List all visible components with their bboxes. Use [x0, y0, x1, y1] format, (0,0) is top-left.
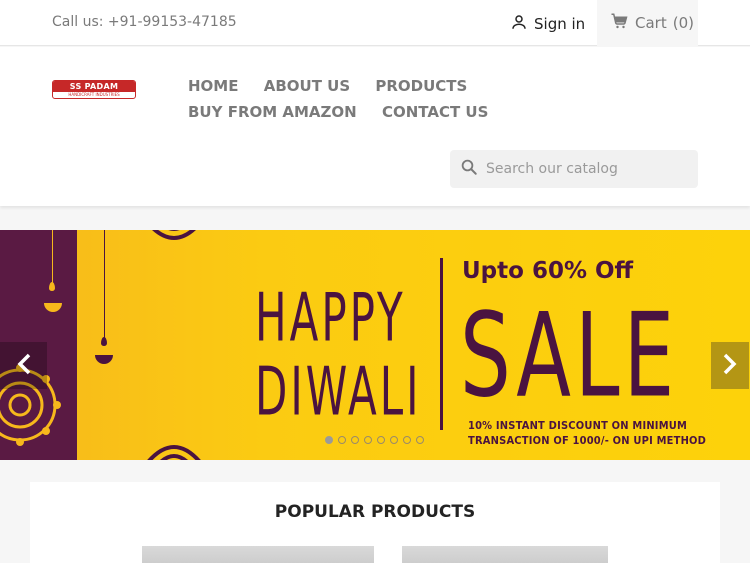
nav-contact-us[interactable]: CONTACT US: [382, 103, 488, 121]
carousel-prev-button[interactable]: [0, 342, 47, 389]
user-icon: [510, 13, 528, 35]
nav-buy-from-amazon[interactable]: BUY FROM AMAZON: [188, 103, 357, 121]
brand-logo[interactable]: SS PADAM HANDICRAFT INDUSTRIES: [52, 80, 136, 99]
popular-products-section: POPULAR PRODUCTS: [30, 482, 720, 563]
logo-text: SS PADAM: [53, 81, 135, 92]
banner-offer: Upto 60% Off: [462, 258, 634, 284]
banner-diwali: DIWALI: [255, 352, 422, 431]
nav-home[interactable]: HOME: [188, 77, 238, 95]
search-icon[interactable]: [460, 158, 478, 180]
carousel-dot[interactable]: [403, 436, 411, 444]
diya-flame: [49, 282, 55, 291]
section-title: POPULAR PRODUCTS: [274, 502, 476, 522]
chevron-left-icon: [15, 352, 33, 380]
diya-lamp: [95, 355, 113, 364]
carousel-indicators: [325, 436, 424, 444]
carousel-dot[interactable]: [377, 436, 385, 444]
banner-sale: SALE: [460, 288, 679, 423]
carousel-dot[interactable]: [416, 436, 424, 444]
banner-fine-print-1: 10% INSTANT DISCOUNT ON MINIMUM: [468, 419, 688, 432]
carousel-dot[interactable]: [364, 436, 372, 444]
garland-line: [104, 230, 105, 338]
top-bar: Call us: +91-99153-47185 Sign in Cart (0…: [0, 0, 750, 46]
product-thumbnail[interactable]: [142, 546, 374, 563]
garland-line: [52, 230, 53, 288]
chevron-right-icon: [721, 352, 739, 380]
product-thumbnail[interactable]: [402, 546, 608, 563]
diya-lamp: [44, 303, 62, 312]
main-nav: HOME ABOUT US PRODUCTS BUY FROM AMAZON C…: [188, 77, 628, 129]
main-header: SS PADAM HANDICRAFT INDUSTRIES HOME ABOU…: [0, 47, 750, 206]
banner-divider: [440, 258, 443, 430]
sign-in-label: Sign in: [534, 15, 586, 33]
carousel-next-button[interactable]: [711, 342, 749, 389]
diya-flame: [101, 337, 107, 346]
logo-subtext: HANDICRAFT INDUSTRIES: [68, 92, 120, 97]
banner-happy: HAPPY: [255, 278, 406, 357]
cart-count: (0): [672, 14, 694, 32]
carousel-dot[interactable]: [338, 436, 346, 444]
sign-in-link[interactable]: Sign in: [510, 13, 585, 35]
carousel-dot[interactable]: [351, 436, 359, 444]
banner-fine-print-2: TRANSACTION OF 1000/- ON UPI METHOD: [468, 434, 707, 447]
mandala-arc-bottom: [147, 445, 201, 460]
cart-icon: [609, 12, 629, 34]
mandala-arc-top: [152, 230, 196, 240]
search-box: [450, 150, 698, 188]
search-input[interactable]: [486, 161, 686, 177]
hero-carousel[interactable]: HAPPY DIWALI Upto 60% Off SALE 10% INSTA…: [0, 230, 750, 460]
carousel-dot[interactable]: [390, 436, 398, 444]
nav-products[interactable]: PRODUCTS: [375, 77, 467, 95]
carousel-dot[interactable]: [325, 436, 333, 444]
cart-label: Cart: [635, 14, 667, 32]
cart-button[interactable]: Cart (0): [597, 0, 698, 46]
nav-about-us[interactable]: ABOUT US: [264, 77, 350, 95]
contact-phone: Call us: +91-99153-47185: [52, 14, 237, 30]
